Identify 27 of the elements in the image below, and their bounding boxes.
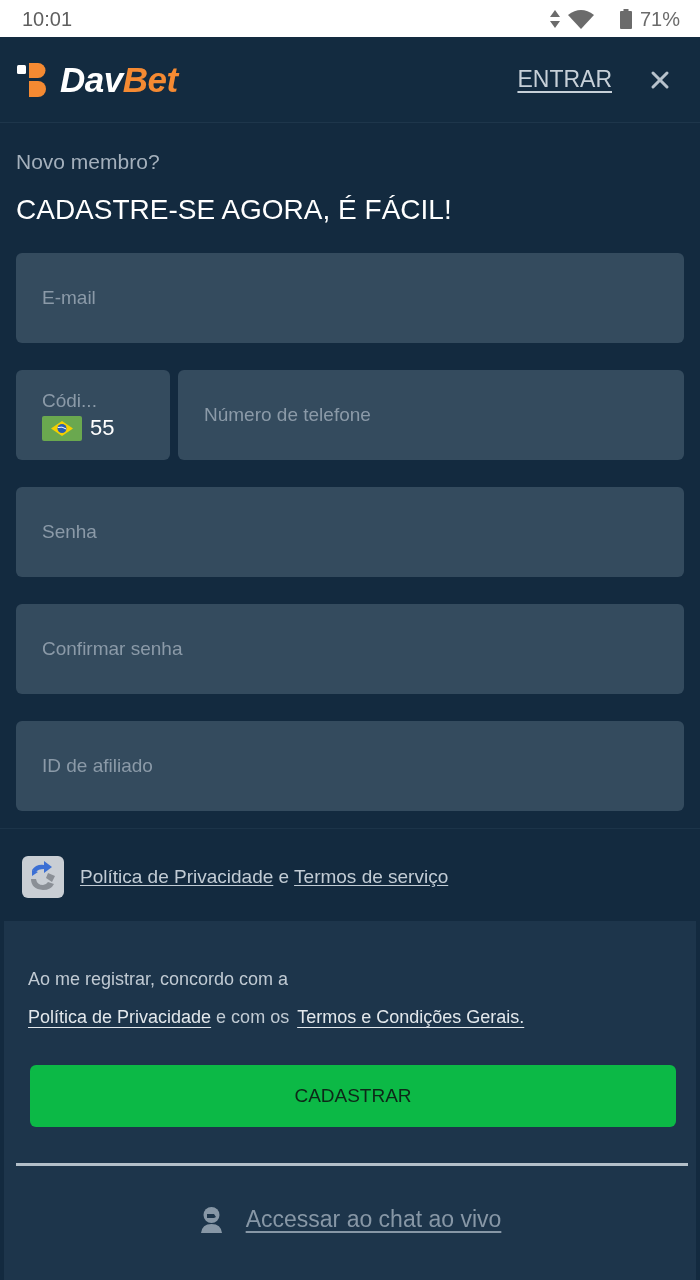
text-field[interactable]: E-mail: [16, 253, 684, 343]
recaptcha-icon: [22, 856, 64, 898]
intro-title: CADASTRE-SE AGORA, É FÁCIL!: [16, 193, 453, 227]
privacy-policy-link[interactable]: Política de Privacidade: [28, 1007, 212, 1027]
live-chat-link[interactable]: Accessar ao chat ao vivo: [245, 1202, 502, 1237]
country-code-select[interactable]: Códi... 55: [16, 370, 170, 460]
register-button[interactable]: CADASTRAR: [30, 1065, 676, 1127]
battery-icon: [619, 8, 632, 29]
data-arrows-icon: [549, 9, 560, 28]
status-time: 10:01: [22, 6, 73, 32]
agreement-text: Ao me registrar, concordo com a Política de Privacidade e com os Termos e Condições Gerais.: [28, 968, 526, 1029]
intro-subtitle: Novo membro?: [16, 150, 161, 174]
login-link[interactable]: ENTRAR: [517, 62, 612, 97]
logo-mark-icon: [17, 62, 46, 97]
support-agent-icon: [198, 1205, 224, 1233]
terms-and-conditions-link[interactable]: Termos e Condições Gerais.: [297, 1007, 525, 1027]
phone-number-field[interactable]: Número de telefone: [178, 370, 684, 460]
privacy-policy-link[interactable]: Política de Privacidade: [80, 865, 274, 887]
flag-icon: [42, 415, 82, 441]
recaptcha-notice: Política de Privacidade e Termos de serviço: [80, 864, 449, 889]
text-field[interactable]: ID de afiliado: [16, 721, 684, 811]
logo-text: DavBet: [60, 62, 178, 97]
battery-percent: 71%: [639, 6, 680, 32]
password-field[interactable]: Confirmar senha: [16, 604, 684, 694]
password-field[interactable]: Senha: [16, 487, 684, 577]
terms-of-service-link[interactable]: Termos de serviço: [294, 865, 449, 887]
wifi-icon: [567, 8, 594, 29]
